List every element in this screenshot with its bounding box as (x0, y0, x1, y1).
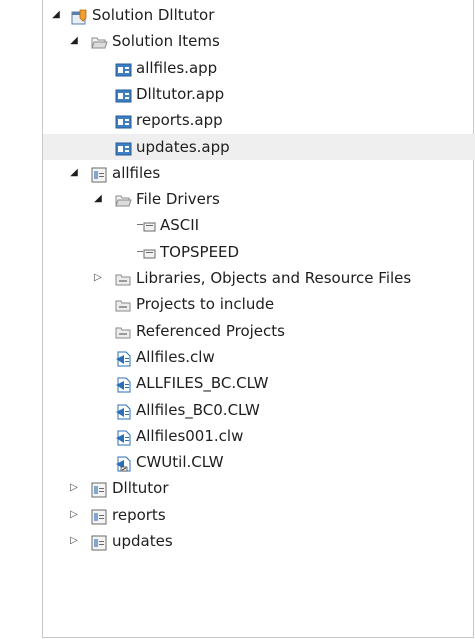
project-icon (91, 533, 108, 551)
tree-item-ascii[interactable]: ASCII (43, 212, 475, 238)
tree-item-reports[interactable]: ▷ reports (43, 502, 475, 528)
solution-explorer-tree: ◢ Solution Dlltutor ◢ Solution Items allf… (42, 0, 475, 638)
tree-item-updates-app[interactable]: updates.app (43, 133, 475, 160)
tree-item-allfiles-bc-clw[interactable]: ALLFILES_BC.CLW (43, 370, 475, 396)
expanded-arrow-icon[interactable]: ◢ (91, 186, 105, 212)
collapsed-arrow-icon[interactable]: ▷ (67, 502, 81, 528)
tree-item-projects-to-include[interactable]: Projects to include (43, 291, 475, 317)
tree-item-label: Allfiles_BC0.CLW (136, 400, 260, 419)
tree-item-cwutil-clw[interactable]: CWUtil.CLW (43, 449, 475, 475)
tree-item-label: Allfiles001.clw (136, 426, 244, 445)
tree-item-allfiles-bc0-clw[interactable]: Allfiles_BC0.CLW (43, 397, 475, 423)
tree-item-referenced-projects[interactable]: Referenced Projects (43, 318, 475, 344)
tree-item-label: File Drivers (136, 190, 220, 209)
tree-item-label: allfiles (112, 163, 161, 182)
tree-item-label: Solution Items (112, 32, 220, 51)
tree-item-topspeed[interactable]: TOPSPEED (43, 239, 475, 265)
driver-icon (139, 244, 156, 260)
app-file-icon (115, 112, 132, 129)
expanded-arrow-icon[interactable]: ◢ (67, 160, 81, 186)
tree-item-label: updates.app (136, 137, 230, 156)
tree-item-solution-items[interactable]: ◢ Solution Items (43, 28, 475, 54)
collapsed-arrow-icon[interactable]: ▷ (67, 475, 81, 501)
tree-item-label: CWUtil.CLW (136, 453, 224, 472)
tree-item-label: Solution Dlltutor (92, 6, 215, 24)
tree-item-allfiles001-clw[interactable]: Allfiles001.clw (43, 423, 475, 449)
app-file-icon (115, 60, 132, 77)
tree-item-solution-dlltutor[interactable]: ◢ Solution Dlltutor (43, 2, 475, 28)
tree-item-label: reports.app (136, 111, 223, 130)
clw-file-icon (115, 375, 132, 393)
tree-item-dlltutor-app[interactable]: Dlltutor.app (43, 81, 475, 107)
tree-item-allfiles-app[interactable]: allfiles.app (43, 55, 475, 81)
clw-file-icon (115, 349, 132, 367)
tree-item-label: ALLFILES_BC.CLW (136, 374, 269, 393)
app-file-icon (115, 86, 132, 103)
tree-item-label: Projects to include (136, 295, 275, 314)
tree-item-reports-app[interactable]: reports.app (43, 107, 475, 133)
folder-icon (115, 323, 132, 339)
tree-item-label: Referenced Projects (136, 321, 285, 340)
tree-item-label: Dlltutor.app (136, 84, 225, 103)
expanded-arrow-icon[interactable]: ◢ (67, 28, 81, 54)
tree-item-label: reports (112, 505, 166, 524)
project-icon (91, 507, 108, 525)
collapsed-arrow-icon[interactable]: ▷ (91, 265, 105, 291)
tree-item-label: TOPSPEED (160, 242, 240, 261)
clw-link-file-icon (115, 454, 132, 472)
app-file-icon (115, 139, 132, 155)
project-icon (91, 480, 108, 498)
collapsed-arrow-icon[interactable]: ▷ (67, 528, 81, 554)
folder-icon (115, 270, 132, 286)
tree-item-allfiles-clw[interactable]: Allfiles.clw (43, 344, 475, 370)
expanded-arrow-icon[interactable]: ◢ (49, 2, 63, 28)
clw-file-icon (115, 428, 132, 446)
project-icon (91, 165, 108, 183)
solution-icon (71, 7, 88, 25)
tree-item-label: Allfiles.clw (136, 347, 215, 366)
tree-item-dlltutor[interactable]: ▷ Dlltutor (43, 475, 475, 501)
tree-item-label: updates (112, 532, 173, 550)
tree-item-label: allfiles.app (136, 58, 218, 77)
driver-icon (139, 217, 156, 233)
tree-item-updates[interactable]: ▷ updates (43, 528, 475, 554)
clw-file-icon (115, 402, 132, 419)
tree-item-label: ASCII (160, 216, 200, 235)
folder-icon (115, 296, 132, 312)
tree-item-libraries-objects-and-resource-files[interactable]: ▷ Libraries, Objects and Resource Files (43, 265, 475, 291)
tree-item-label: Dlltutor (112, 479, 169, 498)
tree-item-allfiles[interactable]: ◢ allfiles (43, 160, 475, 186)
tree-item-file-drivers[interactable]: ◢ File Drivers (43, 186, 475, 212)
open-folder-icon (115, 191, 132, 207)
tree-item-label: Libraries, Objects and Resource Files (136, 269, 412, 287)
open-folder-icon (91, 33, 108, 49)
